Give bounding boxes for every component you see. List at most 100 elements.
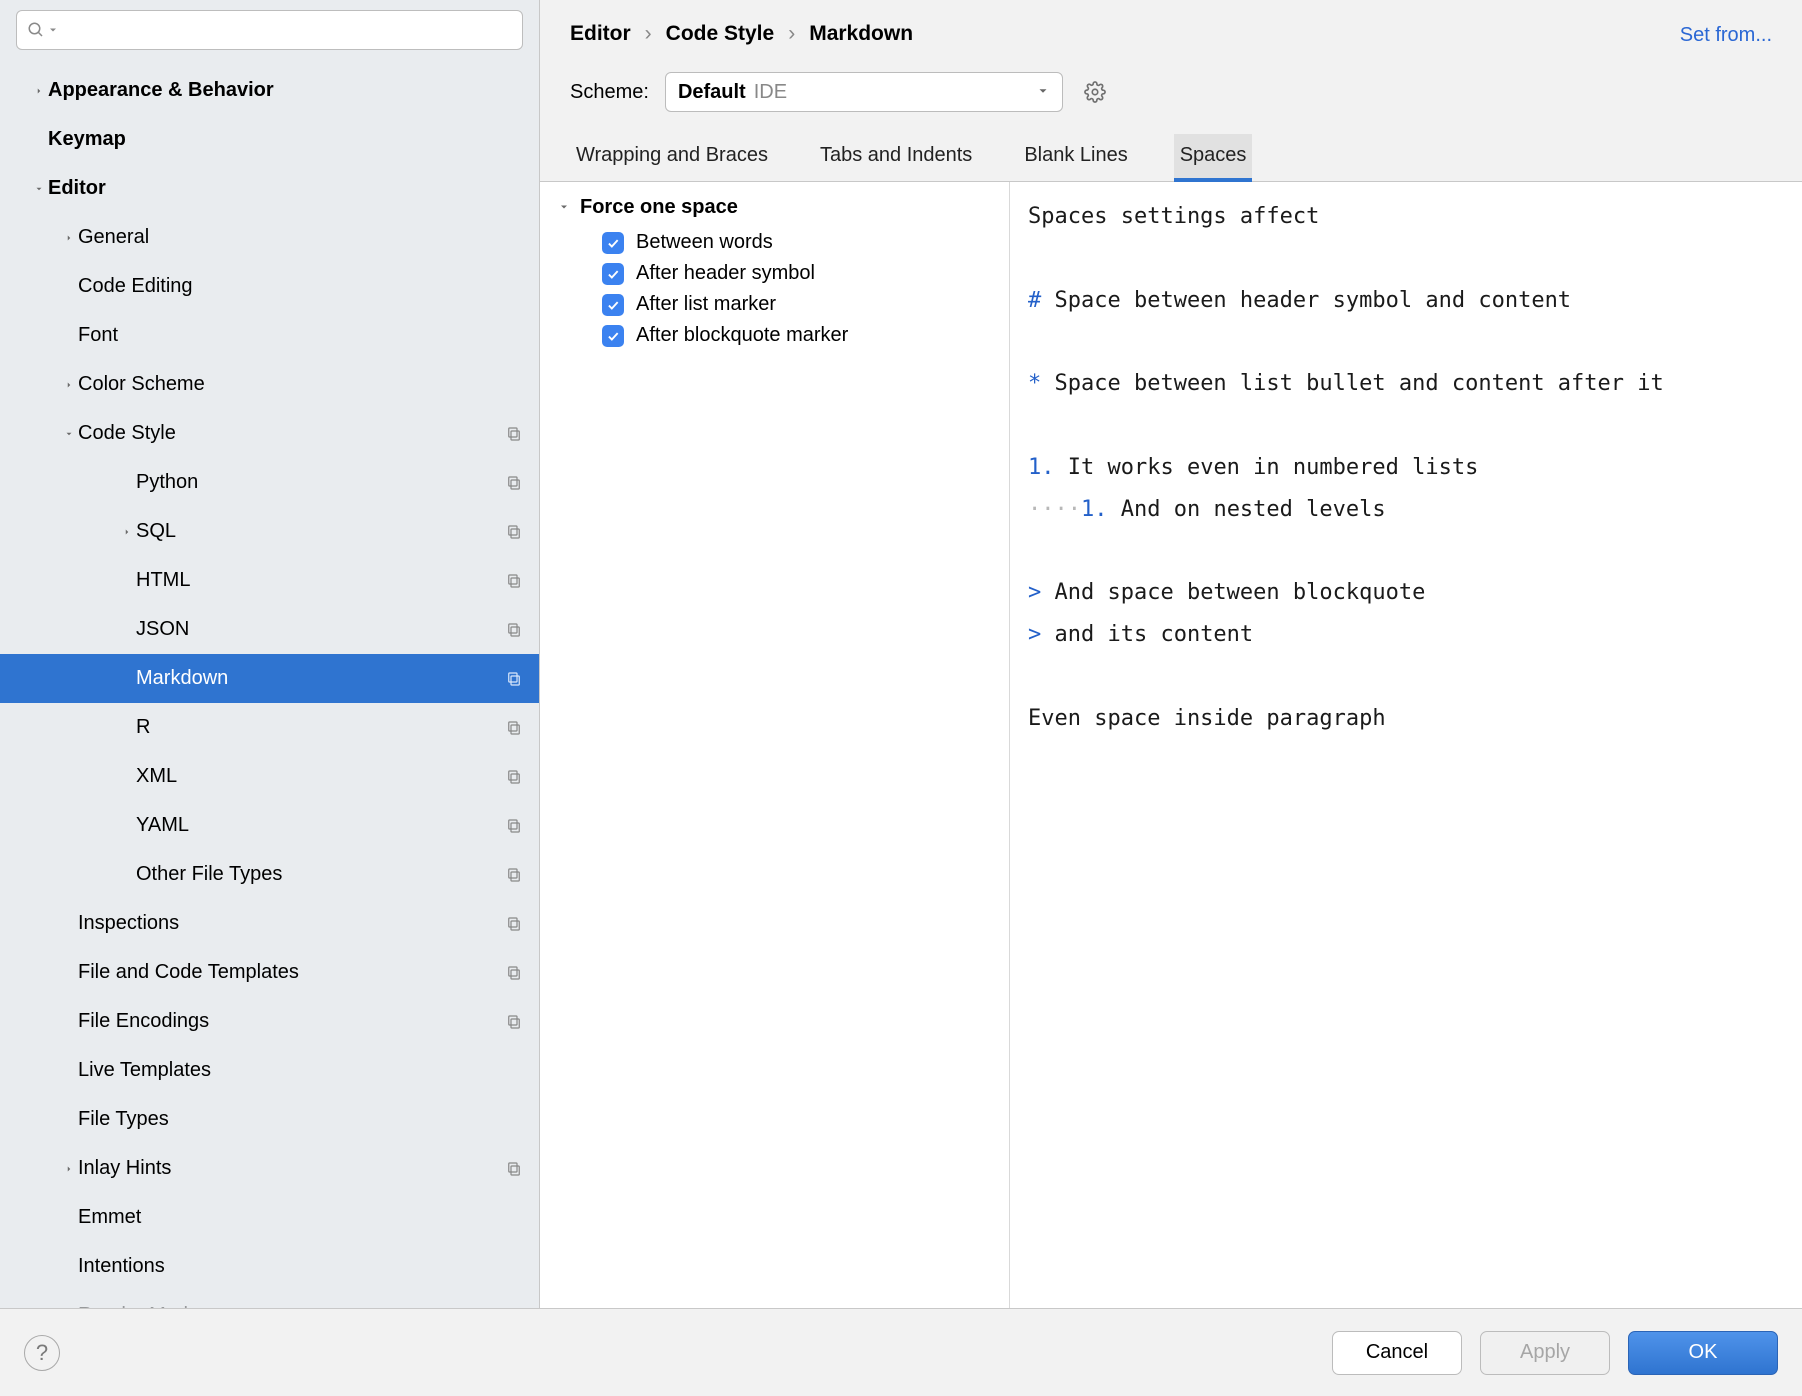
copy-settings-icon[interactable] [505, 1013, 523, 1031]
settings-tree[interactable]: Appearance & Behavior Keymap Editor General… [0, 58, 539, 1308]
tree-item-intentions[interactable]: Intentions [0, 1242, 539, 1291]
tree-item-label: JSON [136, 618, 505, 641]
chevron-right-icon[interactable] [30, 86, 48, 96]
tree-item-label: Keymap [48, 128, 523, 151]
tree-item-xml[interactable]: XML [0, 752, 539, 801]
tree-item-label: Appearance & Behavior [48, 79, 523, 102]
code-style-tabs: Wrapping and Braces Tabs and Indents Blank… [540, 116, 1802, 182]
tree-item-label: Code Style [78, 422, 505, 445]
tree-item-code-editing[interactable]: Code Editing [0, 262, 539, 311]
checkbox-icon[interactable] [602, 325, 624, 347]
checkbox-icon[interactable] [602, 294, 624, 316]
scheme-actions-gear-icon[interactable] [1079, 76, 1111, 108]
chevron-right-icon[interactable] [60, 1164, 78, 1174]
copy-settings-icon[interactable] [505, 621, 523, 639]
chevron-down-icon[interactable] [30, 184, 48, 194]
tree-item-appearance-behavior[interactable]: Appearance & Behavior [0, 66, 539, 115]
tree-item-label: Color Scheme [78, 373, 523, 396]
tree-item-label: File Encodings [78, 1010, 505, 1033]
copy-settings-icon[interactable] [505, 719, 523, 737]
tree-item-yaml[interactable]: YAML [0, 801, 539, 850]
tree-item-label: Other File Types [136, 863, 505, 886]
copy-settings-icon[interactable] [505, 670, 523, 688]
tree-item-label: File Types [78, 1108, 523, 1131]
checkbox-icon[interactable] [602, 232, 624, 254]
tree-item-font[interactable]: Font [0, 311, 539, 360]
tree-item-inspections[interactable]: Inspections [0, 899, 539, 948]
tree-item-json[interactable]: JSON [0, 605, 539, 654]
tree-item-file-types[interactable]: File Types [0, 1095, 539, 1144]
scheme-suffix: IDE [754, 81, 787, 104]
set-from-link[interactable]: Set from... [1680, 0, 1802, 47]
tree-item-label: General [78, 226, 523, 249]
tree-item-general[interactable]: General [0, 213, 539, 262]
copy-settings-icon[interactable] [505, 1160, 523, 1178]
tree-item-label: SQL [136, 520, 505, 543]
copy-settings-icon[interactable] [505, 523, 523, 541]
tree-item-markdown[interactable]: Markdown [0, 654, 539, 703]
option-label: After header symbol [636, 262, 815, 285]
chevron-right-icon[interactable] [60, 380, 78, 390]
option-after-list-marker[interactable]: After list marker [558, 289, 991, 320]
option-group-title: Force one space [580, 196, 738, 219]
tree-item-label: Editor [48, 177, 523, 200]
copy-settings-icon[interactable] [505, 866, 523, 884]
tree-item-html[interactable]: HTML [0, 556, 539, 605]
scheme-label: Scheme: [570, 81, 649, 104]
cancel-button[interactable]: Cancel [1332, 1331, 1462, 1375]
settings-content: Editor › Code Style › Markdown Scheme: D… [540, 0, 1802, 1308]
option-label: After blockquote marker [636, 324, 848, 347]
code-preview: Spaces settings affect # Space between h… [1010, 182, 1802, 1308]
copy-settings-icon[interactable] [505, 425, 523, 443]
tab-spaces[interactable]: Spaces [1174, 134, 1253, 182]
tree-item-label: YAML [136, 814, 505, 837]
tree-item-inlay-hints[interactable]: Inlay Hints [0, 1144, 539, 1193]
chevron-right-icon[interactable] [60, 233, 78, 243]
options-pane: Force one space Between words After heade… [540, 182, 1010, 1308]
tree-item-sql[interactable]: SQL [0, 507, 539, 556]
breadcrumb: Editor › Code Style › Markdown [540, 0, 1680, 56]
help-button[interactable]: ? [24, 1335, 60, 1371]
tree-item-editor[interactable]: Editor [0, 164, 539, 213]
checkbox-icon[interactable] [602, 263, 624, 285]
tree-item-r[interactable]: R [0, 703, 539, 752]
tree-item-other-file-types[interactable]: Other File Types [0, 850, 539, 899]
tree-item-keymap[interactable]: Keymap [0, 115, 539, 164]
tree-item-python[interactable]: Python [0, 458, 539, 507]
search-input[interactable] [16, 10, 523, 50]
option-group-force-one-space[interactable]: Force one space [558, 196, 991, 219]
tab-tabs-and-indents[interactable]: Tabs and Indents [814, 134, 978, 181]
copy-settings-icon[interactable] [505, 768, 523, 786]
tree-item-emmet[interactable]: Emmet [0, 1193, 539, 1242]
tree-item-file-and-code-templates[interactable]: File and Code Templates [0, 948, 539, 997]
ok-button[interactable]: OK [1628, 1331, 1778, 1375]
breadcrumb-item[interactable]: Editor [570, 22, 631, 46]
tree-item-live-templates[interactable]: Live Templates [0, 1046, 539, 1095]
chevron-right-icon: › [645, 22, 652, 46]
option-after-header-symbol[interactable]: After header symbol [558, 258, 991, 289]
tree-item-file-encodings[interactable]: File Encodings [0, 997, 539, 1046]
copy-settings-icon[interactable] [505, 572, 523, 590]
tree-item-label: Reader Mode [78, 1304, 505, 1308]
breadcrumb-item[interactable]: Code Style [666, 22, 775, 46]
search-filter-chevron-icon[interactable] [47, 24, 59, 36]
copy-settings-icon[interactable] [505, 964, 523, 982]
tree-item-label: Intentions [78, 1255, 523, 1278]
tree-item-reader-mode[interactable]: Reader Mode [0, 1291, 539, 1308]
scheme-select[interactable]: Default IDE [665, 72, 1063, 112]
option-label: After list marker [636, 293, 776, 316]
tab-wrapping-and-braces[interactable]: Wrapping and Braces [570, 134, 774, 181]
tree-item-color-scheme[interactable]: Color Scheme [0, 360, 539, 409]
chevron-down-icon[interactable] [60, 429, 78, 439]
tab-blank-lines[interactable]: Blank Lines [1018, 134, 1133, 181]
option-after-blockquote-marker[interactable]: After blockquote marker [558, 320, 991, 351]
option-between-words[interactable]: Between words [558, 227, 991, 258]
tree-item-label: Code Editing [78, 275, 523, 298]
copy-settings-icon[interactable] [505, 474, 523, 492]
tree-item-code-style[interactable]: Code Style [0, 409, 539, 458]
copy-settings-icon[interactable] [505, 915, 523, 933]
apply-button[interactable]: Apply [1480, 1331, 1610, 1375]
copy-settings-icon[interactable] [505, 817, 523, 835]
breadcrumb-item: Markdown [809, 22, 913, 46]
chevron-right-icon[interactable] [118, 527, 136, 537]
